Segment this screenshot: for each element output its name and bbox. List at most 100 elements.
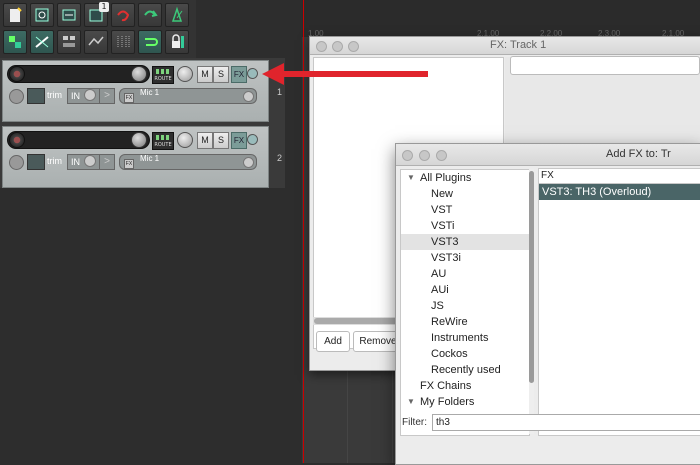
tree-item-all-plugins[interactable]: ▼ All Plugins [401, 170, 529, 186]
tree-item-label: JS [431, 300, 444, 312]
undo-icon[interactable] [111, 3, 135, 27]
tree-item-label: FX Chains [420, 380, 472, 392]
undo-history-icon[interactable] [57, 3, 81, 27]
vertical-zoom-icon[interactable] [111, 30, 135, 54]
envelope-icon[interactable] [9, 155, 24, 170]
tree-item-vst3[interactable]: VST3 [401, 234, 529, 250]
fx-window-titlebar[interactable]: FX: Track 1 [310, 37, 700, 55]
fx-mini-icon: FX [124, 93, 134, 103]
timeline-ruler[interactable]: 1.00 2.1.00 2.2.00 2.3.00 2.1.00 [302, 0, 700, 38]
phase-invert-button[interactable]: > [99, 88, 115, 104]
tree-item-instruments[interactable]: Instruments [401, 330, 529, 346]
annotation-arrow-icon [262, 63, 428, 85]
track-io-row: trim IN > Mic 1 FX [3, 87, 268, 105]
tree-item-vsti[interactable]: VSTi [401, 218, 529, 234]
envelope-points-icon[interactable] [84, 30, 108, 54]
chevron-down-icon [243, 91, 254, 102]
mute-button[interactable]: M [197, 132, 213, 149]
filter-input[interactable]: th3 [432, 414, 700, 431]
record-input-select[interactable]: Mic 1 [119, 154, 257, 170]
record-arm-button[interactable] [9, 132, 25, 148]
add-button[interactable]: Add [316, 331, 350, 352]
route-button[interactable]: ROUTE [152, 66, 174, 84]
close-icon[interactable] [402, 150, 413, 161]
new-project-icon[interactable] [3, 3, 27, 27]
track-name-field[interactable] [7, 131, 150, 149]
minimize-icon[interactable] [332, 41, 343, 52]
pan-knob[interactable] [177, 66, 193, 82]
in-label: IN [71, 157, 80, 167]
add-fx-titlebar[interactable]: Add FX to: Tr [396, 144, 700, 166]
track-io-row: trim IN > Mic 1 FX [3, 153, 268, 171]
tree-item-fx-chains[interactable]: FX Chains [401, 378, 529, 394]
envelope-icon[interactable] [9, 89, 24, 104]
track-1[interactable]: ROUTE M S FX trim IN > Mic 1 FX 1 [2, 60, 282, 122]
track-2[interactable]: ROUTE M S FX trim IN > Mic 1 FX 2 [2, 126, 282, 188]
solo-button[interactable]: S [213, 66, 229, 83]
plugin-item-th3[interactable]: VST3: TH3 (Overloud) [539, 184, 700, 200]
item-grouping-icon[interactable] [57, 30, 81, 54]
fx-button[interactable]: FX [231, 132, 247, 149]
input-label: Mic 1 [140, 88, 160, 97]
tree-item-js[interactable]: JS [401, 298, 529, 314]
lock-icon[interactable] [165, 30, 189, 54]
fx-button[interactable]: FX [231, 66, 247, 83]
record-input-select[interactable]: Mic 1 [119, 88, 257, 104]
triangle-down-icon[interactable]: ▼ [407, 394, 415, 410]
ripple-edit-icon[interactable] [30, 30, 54, 54]
triangle-down-icon[interactable]: ▼ [407, 170, 415, 186]
loop-icon[interactable] [138, 30, 162, 54]
zoom-icon[interactable] [348, 41, 359, 52]
tree-item-label: VST [431, 204, 453, 216]
plugin-search-field[interactable]: FX [538, 168, 700, 184]
route-button[interactable]: ROUTE [152, 132, 174, 150]
tree-item-au[interactable]: AU [401, 266, 529, 282]
tree-item-label: New [431, 188, 454, 200]
track-name-field[interactable] [7, 65, 150, 83]
tree-item-label: VST3i [431, 252, 461, 264]
volume-knob[interactable] [131, 132, 147, 148]
automation-mode-icon[interactable] [27, 88, 45, 104]
metronome-icon[interactable] [165, 3, 189, 27]
chevron-down-icon[interactable] [84, 89, 96, 101]
zoom-icon[interactable] [436, 150, 447, 161]
chevron-down-icon[interactable] [84, 155, 96, 167]
minimize-icon[interactable] [419, 150, 430, 161]
volume-knob[interactable] [131, 66, 147, 82]
fx-preset-field[interactable] [510, 56, 700, 75]
tree-item-label: Cockos [431, 348, 468, 360]
close-icon[interactable] [316, 41, 327, 52]
window-title: FX: Track 1 [490, 39, 547, 51]
fx-bypass-icon[interactable] [247, 134, 258, 145]
tree-item-label: Instruments [431, 332, 489, 344]
project-settings-icon[interactable]: 1 [84, 2, 109, 27]
fx-bypass-icon[interactable] [247, 68, 258, 79]
save-project-icon[interactable] [30, 3, 54, 27]
tree-item-label: AUi [431, 284, 449, 296]
tree-item-my-folders[interactable]: ▼ My Folders [401, 394, 529, 410]
pan-knob[interactable] [177, 132, 193, 148]
phase-invert-button[interactable]: > [99, 154, 115, 170]
tree-item-label: All Plugins [420, 172, 472, 184]
mute-button[interactable]: M [197, 66, 213, 83]
chevron-down-icon [243, 157, 254, 168]
tree-scrollbar[interactable] [529, 169, 534, 434]
trim-label: trim [47, 90, 62, 100]
tree-item-cockos[interactable]: Cockos [401, 346, 529, 362]
tree-item-vst[interactable]: VST [401, 202, 529, 218]
solo-button[interactable]: S [213, 132, 229, 149]
tree-item-rewire[interactable]: ReWire [401, 314, 529, 330]
record-arm-button[interactable] [9, 66, 25, 82]
tree-item-new[interactable]: New [401, 186, 529, 202]
tree-item-recently-used[interactable]: Recently used [401, 362, 529, 378]
automation-mode-icon[interactable] [27, 154, 45, 170]
plugin-list[interactable]: VST3: TH3 (Overloud) [538, 183, 700, 436]
track-number: 2 [276, 153, 282, 163]
redo-icon[interactable] [138, 3, 162, 27]
grid-snap-icon[interactable] [3, 30, 27, 54]
tree-item-aui[interactable]: AUi [401, 282, 529, 298]
folder-tree[interactable]: ▼ All Plugins New VST VSTi VST3 VST3i AU… [400, 169, 530, 436]
tree-item-label: VST3 [431, 236, 459, 248]
tree-item-label: Recently used [431, 364, 501, 376]
tree-item-vst3i[interactable]: VST3i [401, 250, 529, 266]
